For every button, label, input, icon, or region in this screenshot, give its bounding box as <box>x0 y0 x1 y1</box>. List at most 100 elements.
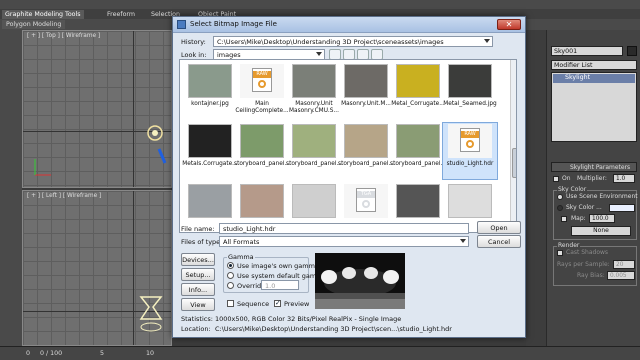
history-label: History: <box>181 38 206 46</box>
file-thumbnail[interactable] <box>396 124 440 158</box>
open-button[interactable]: Open <box>477 221 521 234</box>
multiplier-spinner[interactable]: 1.0 <box>613 174 635 183</box>
file-thumbnail[interactable] <box>344 64 388 98</box>
map-none-button[interactable]: None <box>571 226 631 236</box>
object-name-field[interactable]: Sky001 <box>551 46 623 56</box>
file-name-label: studio_Light.hdr <box>446 161 494 167</box>
gamma-own-radio[interactable] <box>227 262 234 269</box>
lookin-label: Look in: <box>181 51 207 59</box>
file-type-badge: RAW <box>253 71 271 78</box>
raw-file-icon: RAW <box>460 128 480 152</box>
stack-item-skylight[interactable]: Skylight <box>553 74 635 83</box>
file-thumbnail[interactable] <box>396 184 440 218</box>
time-tick-5: 5 <box>100 350 105 357</box>
filename-field[interactable]: studio_Light.hdr <box>219 223 469 234</box>
file-thumbnail[interactable]: TGA <box>344 184 388 218</box>
status-bar: 0 / 100 0 5 10 <box>0 346 640 360</box>
skylight-parameters-rollout[interactable]: Skylight Parameters <box>551 162 637 172</box>
viewport-top[interactable]: [ + ] [ Top ] [ Wireframe ] <box>22 30 172 188</box>
viewport-top-label[interactable]: [ + ] [ Top ] [ Wireframe ] <box>27 33 100 39</box>
preview-checkbox[interactable] <box>274 299 281 307</box>
tab-graphite-modeling-tools[interactable]: Graphite Modeling Tools <box>2 10 84 19</box>
close-button[interactable]: ✕ <box>497 19 521 30</box>
gamma-system-radio[interactable] <box>227 272 234 279</box>
file-thumbnail[interactable] <box>448 184 492 218</box>
time-tick-0: 0 <box>26 350 31 357</box>
modifier-list-dropdown[interactable]: Modifier List <box>551 60 637 70</box>
rays-per-sample-spinner[interactable]: 20 <box>613 260 635 269</box>
file-thumbnail[interactable] <box>344 124 388 158</box>
object-color-swatch[interactable] <box>627 46 637 56</box>
gamma-group-label: Gamma <box>227 253 255 261</box>
sky-color-swatch[interactable] <box>609 204 635 212</box>
axis-tripod-icon <box>34 159 51 176</box>
on-checkbox[interactable] <box>553 176 559 182</box>
filename-label: File name: <box>181 225 215 233</box>
file-browser[interactable]: kontajner.jpg RAW Main CeilingComplete... M… <box>179 59 517 233</box>
frame-counter[interactable]: 0 / 100 <box>40 350 62 357</box>
hdr-studio-preview-image <box>315 253 405 309</box>
use-scene-env-label: Use Scene Environment <box>566 193 638 200</box>
scrollbar-thumb[interactable] <box>512 148 516 178</box>
dialog-titlebar[interactable]: Select Bitmap Image File ✕ <box>173 17 525 33</box>
file-name-label: Metal_Corrugate... <box>391 101 445 107</box>
gamma-own-label: Use image's own gamma <box>237 262 319 270</box>
gamma-override-radio[interactable] <box>227 282 234 289</box>
left-toolbar <box>0 30 22 346</box>
viewport-left-label[interactable]: [ + ] [ Left ] [ Wireframe ] <box>27 193 101 199</box>
command-panel: Sky001 Modifier List Skylight Skylight P… <box>546 30 640 346</box>
filetype-dropdown[interactable]: All Formats <box>219 236 469 247</box>
statistics-value: 1000x500, RGB Color 32 Bits/Pixel RealPi… <box>215 315 402 323</box>
camera-lens-icon <box>466 140 474 148</box>
file-name-label: Masonry.Unit.M... <box>341 101 391 107</box>
file-thumbnail[interactable] <box>188 64 232 98</box>
statistics-label: Statistics: <box>181 315 213 323</box>
file-thumbnail[interactable] <box>448 64 492 98</box>
file-thumbnail[interactable] <box>240 124 284 158</box>
view-button[interactable]: View <box>181 298 215 311</box>
sequence-checkbox[interactable] <box>227 300 234 307</box>
file-thumbnail[interactable]: RAW <box>240 64 284 98</box>
file-thumbnail[interactable] <box>188 184 232 218</box>
map-checkbox[interactable] <box>561 216 567 222</box>
raw-file-icon: TGA <box>356 188 376 212</box>
setup-button[interactable]: Setup... <box>181 268 215 281</box>
camera-lens-icon <box>362 200 370 208</box>
use-scene-env-radio[interactable] <box>557 194 563 200</box>
file-thumbnail[interactable] <box>396 64 440 98</box>
file-thumbnail[interactable] <box>292 64 336 98</box>
multiplier-label: Multiplier: <box>577 175 607 182</box>
file-thumbnail[interactable]: RAW <box>448 124 492 158</box>
cast-shadows-checkbox[interactable] <box>557 250 563 256</box>
subtab-polygon-modeling[interactable]: Polygon Modeling <box>2 20 66 29</box>
file-type-badge: RAW <box>461 131 479 138</box>
gamma-override-spinner[interactable]: 1.0 <box>261 280 299 290</box>
light-object-icon[interactable] <box>133 289 172 339</box>
render-group-label: Render <box>557 242 581 249</box>
image-preview <box>315 253 405 309</box>
file-thumbnail[interactable] <box>240 184 284 218</box>
file-browser-scrollbar[interactable] <box>510 60 516 232</box>
file-name-label: kontajner.jpg <box>191 101 229 107</box>
ray-bias-spinner[interactable]: 0.005 <box>607 271 635 280</box>
file-thumbnail[interactable] <box>188 124 232 158</box>
file-thumbnail[interactable] <box>292 184 336 218</box>
modifier-stack[interactable]: Skylight <box>551 72 637 142</box>
sky-color-group-label: Sky Color <box>557 186 588 193</box>
skylight-gizmo-icon[interactable] <box>141 119 171 169</box>
viewport-left[interactable]: [ + ] [ Left ] [ Wireframe ] <box>22 190 172 346</box>
file-name-label: storyboard_panel... <box>338 161 394 167</box>
dialog-app-icon <box>177 20 186 29</box>
info-button[interactable]: Info... <box>181 283 215 296</box>
map-label: Map: <box>571 215 586 222</box>
sky-color-radio[interactable] <box>557 205 563 211</box>
map-amount-spinner[interactable]: 100.0 <box>589 214 615 223</box>
on-label: On <box>562 175 571 182</box>
history-dropdown[interactable]: C:\Users\Mike\Desktop\Understanding 3D P… <box>213 36 493 47</box>
tab-freeform[interactable]: Freeform <box>104 10 138 19</box>
camera-lens-icon <box>258 80 266 88</box>
file-thumbnail[interactable] <box>292 124 336 158</box>
cancel-button[interactable]: Cancel <box>477 235 521 248</box>
file-name-label: storyboard_panel... <box>234 161 290 167</box>
devices-button[interactable]: Devices... <box>181 253 215 266</box>
